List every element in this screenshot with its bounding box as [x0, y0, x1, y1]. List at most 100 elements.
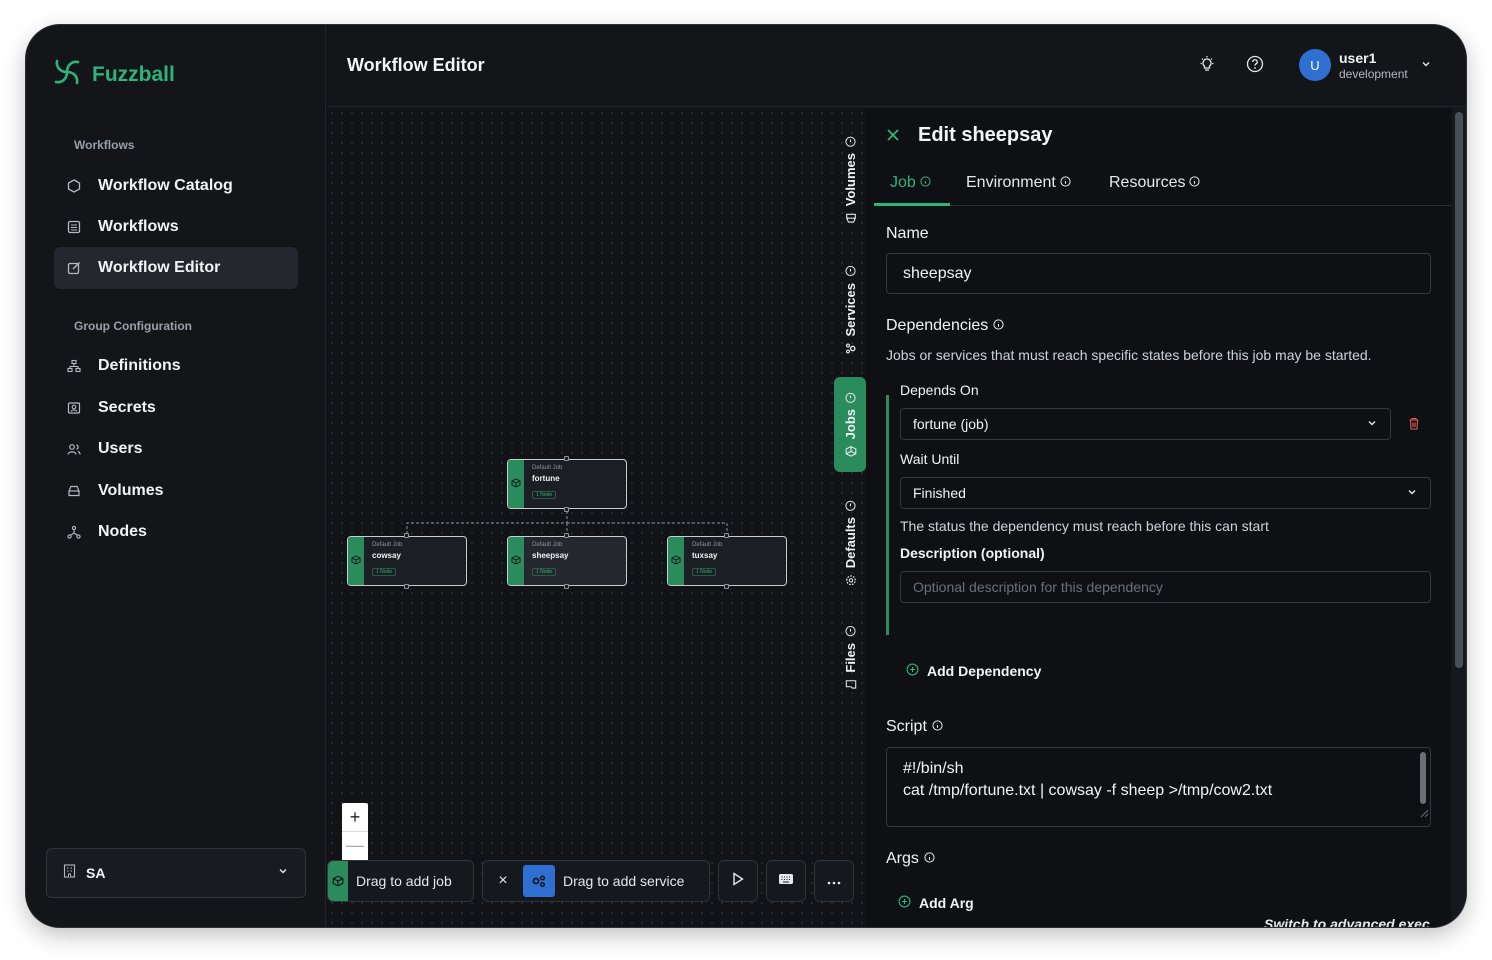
- sidebar-item-workflows[interactable]: Workflows: [54, 206, 298, 248]
- dependency-accent-bar: [886, 395, 889, 635]
- panel-tabs: Job Environment Resources: [874, 166, 1451, 206]
- node-handle[interactable]: [404, 533, 409, 538]
- sidebar-item-volumes[interactable]: Volumes: [54, 470, 298, 512]
- fuzzball-logo-icon: [52, 57, 82, 92]
- edit-icon: [66, 260, 82, 276]
- sidebar: Fuzzball Workflows Workflow Catalog Work…: [26, 25, 326, 927]
- active-tab-indicator: [874, 203, 950, 206]
- panel-scrollbar[interactable]: [1452, 108, 1466, 927]
- cube-icon: [351, 552, 361, 570]
- sidebar-item-definitions[interactable]: Definitions: [54, 345, 298, 387]
- workflow-canvas[interactable]: Default Job fortune 1 Node Default Job c…: [327, 108, 866, 927]
- organization-label: SA: [86, 865, 106, 881]
- hierarchy-icon: [66, 358, 82, 374]
- play-icon: [732, 871, 744, 891]
- vertical-tab-bar: Volumes Services Jobs Defaults Files: [834, 108, 866, 927]
- tab-job[interactable]: Job: [890, 174, 931, 192]
- chevron-down-icon[interactable]: [1420, 57, 1432, 75]
- chevron-down-icon: [1366, 416, 1378, 432]
- sidebar-item-users[interactable]: Users: [54, 428, 298, 470]
- node-handle[interactable]: [564, 456, 569, 461]
- add-service-draggable[interactable]: × Drag to add service: [482, 860, 710, 902]
- description-label: Description (optional): [900, 545, 1045, 561]
- keyboard-shortcuts-button[interactable]: [766, 860, 806, 902]
- job-node-cowsay[interactable]: Default Job cowsay 1 Node: [347, 536, 467, 586]
- delete-dependency-button[interactable]: [1408, 417, 1420, 435]
- help-button[interactable]: [1244, 55, 1266, 77]
- user-name[interactable]: user1: [1339, 50, 1376, 66]
- node-handle[interactable]: [724, 584, 729, 589]
- wait-until-select[interactable]: Finished: [900, 477, 1431, 509]
- avatar[interactable]: U: [1299, 49, 1331, 81]
- tab-services[interactable]: Services: [834, 258, 866, 362]
- node-handle[interactable]: [724, 533, 729, 538]
- depends-on-select[interactable]: fortune (job): [900, 408, 1391, 440]
- sidebar-item-workflow-editor[interactable]: Workflow Editor: [54, 247, 298, 289]
- node-handle[interactable]: [564, 584, 569, 589]
- node-handle[interactable]: [564, 533, 569, 538]
- add-dependency-button[interactable]: Add Dependency: [906, 663, 1041, 679]
- building-icon: [63, 863, 76, 883]
- add-job-draggable[interactable]: Drag to add job: [327, 860, 474, 902]
- node-count-badge: 1 Node: [372, 568, 397, 576]
- info-icon: [924, 850, 935, 868]
- cube-icon: [671, 552, 681, 570]
- add-arg-label: Add Arg: [919, 895, 974, 911]
- info-icon: [843, 136, 858, 147]
- add-dependency-label: Add Dependency: [927, 663, 1042, 679]
- script-editor[interactable]: #!/bin/sh cat /tmp/fortune.txt | cowsay …: [886, 747, 1431, 827]
- sidebar-item-label: Workflow Editor: [98, 259, 221, 276]
- info-icon: [843, 500, 858, 511]
- panel-title: Edit sheepsay: [918, 124, 1053, 146]
- scrollbar-thumb[interactable]: [1455, 112, 1463, 668]
- job-node-tuxsay[interactable]: Default Job tuxsay 1 Node: [667, 536, 787, 586]
- tab-label: Volumes: [842, 152, 858, 207]
- zoom-in-button[interactable]: +: [342, 803, 368, 831]
- app-window: Fuzzball Workflows Workflow Catalog Work…: [26, 25, 1466, 927]
- sidebar-item-nodes[interactable]: Nodes: [54, 511, 298, 553]
- tab-jobs[interactable]: Jobs: [834, 377, 866, 472]
- job-name-input[interactable]: sheepsay: [886, 253, 1431, 294]
- node-name: fortune: [532, 474, 560, 483]
- sidebar-item-workflow-catalog[interactable]: Workflow Catalog: [54, 165, 298, 207]
- brand[interactable]: Fuzzball: [52, 57, 175, 92]
- node-handle[interactable]: [564, 507, 569, 512]
- run-button[interactable]: [718, 860, 758, 902]
- close-icon[interactable]: ×: [483, 872, 523, 890]
- tab-defaults[interactable]: Defaults: [834, 488, 866, 598]
- tab-files[interactable]: Files: [834, 614, 866, 702]
- list-icon: [66, 219, 82, 235]
- script-scrollbar[interactable]: [1420, 752, 1426, 804]
- gear-icon: [843, 574, 858, 586]
- dependency-description-input[interactable]: Optional description for this dependency: [900, 571, 1431, 603]
- info-icon: [993, 317, 1004, 335]
- cogs-icon: [523, 865, 555, 897]
- node-type: Default Job: [532, 542, 563, 548]
- dependencies-help: Jobs or services that must reach specifi…: [886, 347, 1372, 363]
- keyboard-icon: [778, 872, 794, 890]
- sidebar-item-label: Users: [98, 440, 143, 457]
- zoom-out-button[interactable]: —: [342, 831, 368, 859]
- user-environment: development: [1339, 67, 1408, 81]
- tab-resources[interactable]: Resources: [1109, 174, 1201, 192]
- tab-environment[interactable]: Environment: [966, 174, 1071, 192]
- theme-toggle-button[interactable]: [1196, 55, 1218, 77]
- info-icon: [932, 718, 943, 736]
- node-count-badge: 1 Node: [532, 491, 557, 499]
- tab-volumes[interactable]: Volumes: [834, 128, 866, 232]
- script-line: #!/bin/sh: [903, 760, 964, 777]
- add-arg-button[interactable]: Add Arg: [898, 895, 974, 911]
- job-node-sheepsay[interactable]: Default Job sheepsay 1 Node: [507, 536, 627, 586]
- node-type: Default Job: [372, 542, 403, 548]
- resize-handle-icon[interactable]: [1419, 803, 1429, 825]
- organization-select[interactable]: SA: [46, 848, 306, 898]
- close-panel-button[interactable]: [886, 128, 900, 147]
- sidebar-item-secrets[interactable]: Secrets: [54, 387, 298, 429]
- sidebar-item-label: Secrets: [98, 399, 156, 416]
- advanced-exec-link[interactable]: Switch to advanced exec: [1264, 916, 1430, 927]
- job-node-fortune[interactable]: Default Job fortune 1 Node: [507, 459, 627, 509]
- top-header: Workflow Editor U user1 development: [327, 25, 1466, 107]
- node-handle[interactable]: [404, 584, 409, 589]
- cube-icon: [511, 552, 521, 570]
- node-type: Default Job: [692, 542, 723, 548]
